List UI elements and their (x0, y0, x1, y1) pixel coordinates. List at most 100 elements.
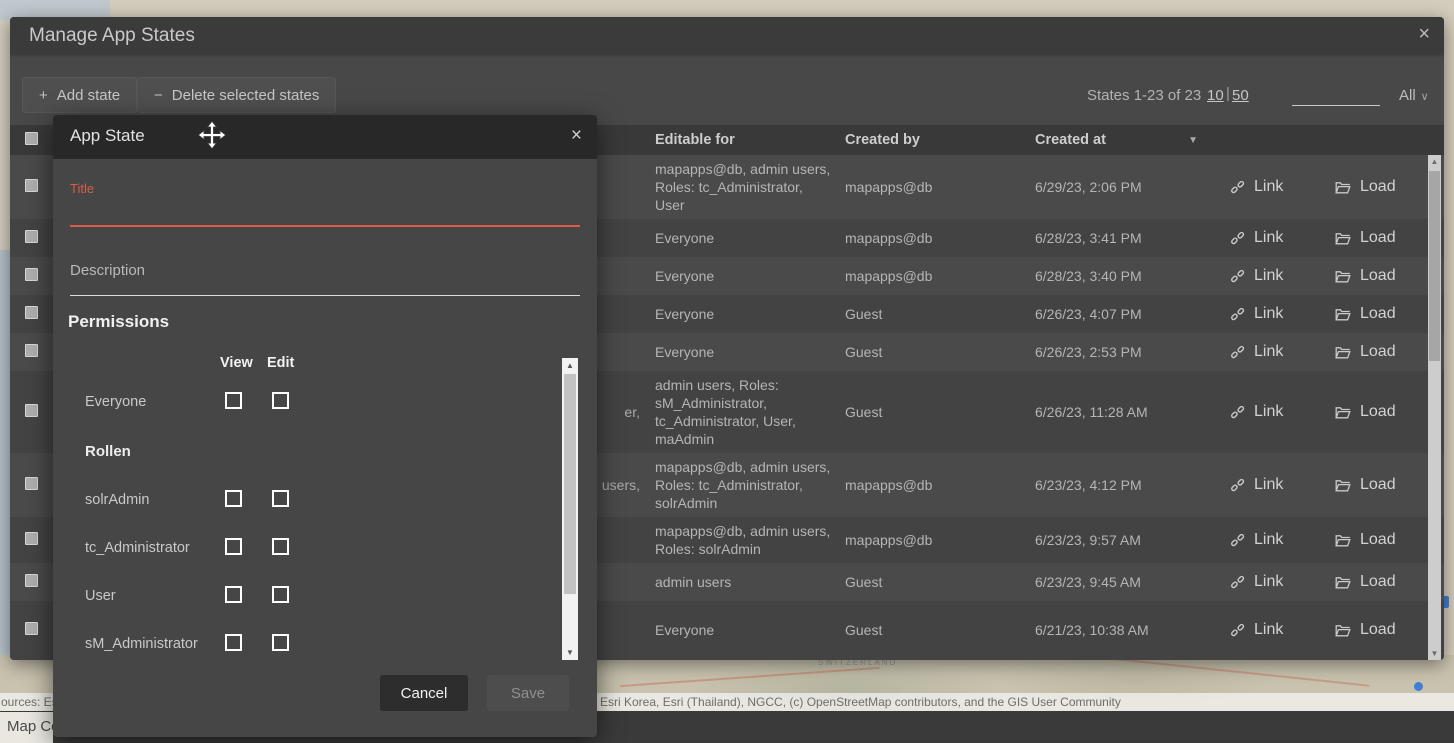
scrollbar-thumb[interactable] (564, 374, 576, 594)
row-checkbox[interactable] (25, 230, 38, 243)
table-scrollbar[interactable]: ▲ ▼ (1428, 155, 1441, 660)
created-by-cell: Guest (845, 343, 1035, 361)
link-action[interactable]: Link (1230, 178, 1335, 196)
scope-dropdown[interactable]: All ∨ (1399, 87, 1429, 104)
created-by-cell: Guest (845, 573, 1035, 591)
app-state-modal: App State × Title Description Permission… (53, 115, 597, 737)
edit-checkbox[interactable] (272, 392, 289, 409)
created-at-cell: 6/23/23, 9:57 AM (1035, 531, 1230, 549)
map-marker-icon[interactable] (1414, 682, 1423, 691)
folder-icon (1335, 576, 1351, 589)
created-by-header[interactable]: Created by (845, 132, 1035, 148)
edit-column-header: Edit (267, 355, 294, 371)
save-button[interactable]: Save (487, 675, 569, 711)
editable-for-cell: mapapps@db, admin users, Roles: solrAdmi… (655, 522, 845, 558)
roles-heading: Rollen (85, 443, 131, 460)
row-checkbox[interactable] (25, 622, 38, 635)
edit-checkbox[interactable] (272, 538, 289, 555)
created-by-cell: mapapps@db (845, 267, 1035, 285)
link-action[interactable]: Link (1230, 229, 1335, 247)
link-icon (1230, 405, 1245, 420)
editable-for-cell: Everyone (655, 229, 845, 247)
dialog-titlebar[interactable]: Manage App States × (10, 17, 1444, 54)
screen: SWITZERLAND ources: Es Esri Korea, Esri … (0, 0, 1454, 743)
move-cursor-icon (197, 120, 227, 150)
scroll-up-icon[interactable]: ▲ (562, 361, 578, 370)
row-checkbox[interactable] (25, 404, 38, 417)
row-checkbox[interactable] (25, 574, 38, 587)
modal-titlebar[interactable]: App State × (53, 115, 597, 159)
folder-icon (1335, 624, 1351, 637)
link-icon (1230, 533, 1245, 548)
link-action[interactable]: Link (1230, 573, 1335, 591)
link-icon (1230, 180, 1245, 195)
link-action[interactable]: Link (1230, 531, 1335, 549)
add-state-button[interactable]: + Add state (22, 77, 137, 113)
link-icon (1230, 345, 1245, 360)
filter-input[interactable] (1292, 87, 1380, 106)
title-input[interactable] (70, 201, 580, 227)
edit-checkbox[interactable] (272, 490, 289, 507)
title-field-label: Title (70, 181, 94, 196)
link-action[interactable]: Link (1230, 343, 1335, 361)
link-action[interactable]: Link (1230, 267, 1335, 285)
close-icon[interactable]: × (1418, 23, 1430, 46)
created-at-cell: 6/26/23, 4:07 PM (1035, 305, 1230, 323)
folder-icon (1335, 270, 1351, 283)
link-action[interactable]: Link (1230, 305, 1335, 323)
editable-for-cell: mapapps@db, admin users, Roles: tc_Admin… (655, 160, 845, 214)
row-checkbox[interactable] (25, 477, 38, 490)
created-at-cell: 6/23/23, 9:45 AM (1035, 573, 1230, 591)
view-checkbox[interactable] (225, 538, 242, 555)
view-checkbox[interactable] (225, 490, 242, 507)
row-checkbox[interactable] (25, 344, 38, 357)
row-checkbox[interactable] (25, 532, 38, 545)
row-checkbox[interactable] (25, 306, 38, 319)
sort-desc-icon[interactable]: ▼ (1188, 135, 1198, 146)
folder-icon (1335, 534, 1351, 547)
map-content-panel-title: Map Co (0, 712, 53, 743)
edit-checkbox[interactable] (272, 586, 289, 603)
editable-for-cell: admin users, Roles: sM_Administrator, tc… (655, 376, 845, 448)
select-all-checkbox[interactable] (25, 132, 38, 145)
attribution-fragment: ources: Es (1, 693, 58, 711)
scroll-down-icon[interactable]: ▼ (562, 648, 578, 657)
scroll-up-icon[interactable]: ▲ (1428, 157, 1441, 166)
edit-checkbox[interactable] (272, 634, 289, 651)
view-checkbox[interactable] (225, 586, 242, 603)
scope-label: All (1399, 87, 1416, 104)
editable-for-header[interactable]: Editable for (655, 132, 845, 148)
created-at-header[interactable]: Created at▼ (1035, 132, 1230, 148)
page-size-50-link[interactable]: 50 (1232, 87, 1249, 104)
description-underline (70, 295, 580, 296)
scroll-down-icon[interactable]: ▼ (1428, 649, 1441, 658)
attribution-text: Esri Korea, Esri (Thailand), NGCC, (c) O… (600, 693, 1121, 711)
permission-row-role: solrAdmin (53, 490, 473, 514)
row-checkbox[interactable] (25, 179, 38, 192)
link-action[interactable]: Link (1230, 476, 1335, 494)
view-checkbox[interactable] (225, 392, 242, 409)
chevron-down-icon: ∨ (1421, 91, 1429, 103)
editable-for-cell: Everyone (655, 305, 845, 323)
link-icon (1230, 231, 1245, 246)
editable-for-cell: Everyone (655, 343, 845, 361)
folder-icon (1335, 406, 1351, 419)
delete-selected-states-button[interactable]: − Delete selected states (137, 77, 336, 113)
scrollbar-thumb[interactable] (1429, 171, 1440, 361)
folder-icon (1335, 346, 1351, 359)
created-by-cell: mapapps@db (845, 531, 1035, 549)
link-action[interactable]: Link (1230, 403, 1335, 421)
created-at-cell: 6/23/23, 4:12 PM (1035, 476, 1230, 494)
cancel-button[interactable]: Cancel (380, 675, 468, 711)
close-icon[interactable]: × (571, 125, 582, 147)
link-action[interactable]: Link (1230, 621, 1335, 639)
page-size-10-link[interactable]: 10 (1207, 87, 1224, 104)
description-field-label[interactable]: Description (70, 262, 145, 279)
permission-row-everyone: Everyone (53, 392, 473, 416)
permissions-scrollbar[interactable]: ▲ ▼ (562, 358, 578, 660)
row-checkbox[interactable] (25, 268, 38, 281)
permissions-heading: Permissions (68, 312, 169, 332)
view-checkbox[interactable] (225, 634, 242, 651)
folder-icon (1335, 479, 1351, 492)
link-icon (1230, 269, 1245, 284)
